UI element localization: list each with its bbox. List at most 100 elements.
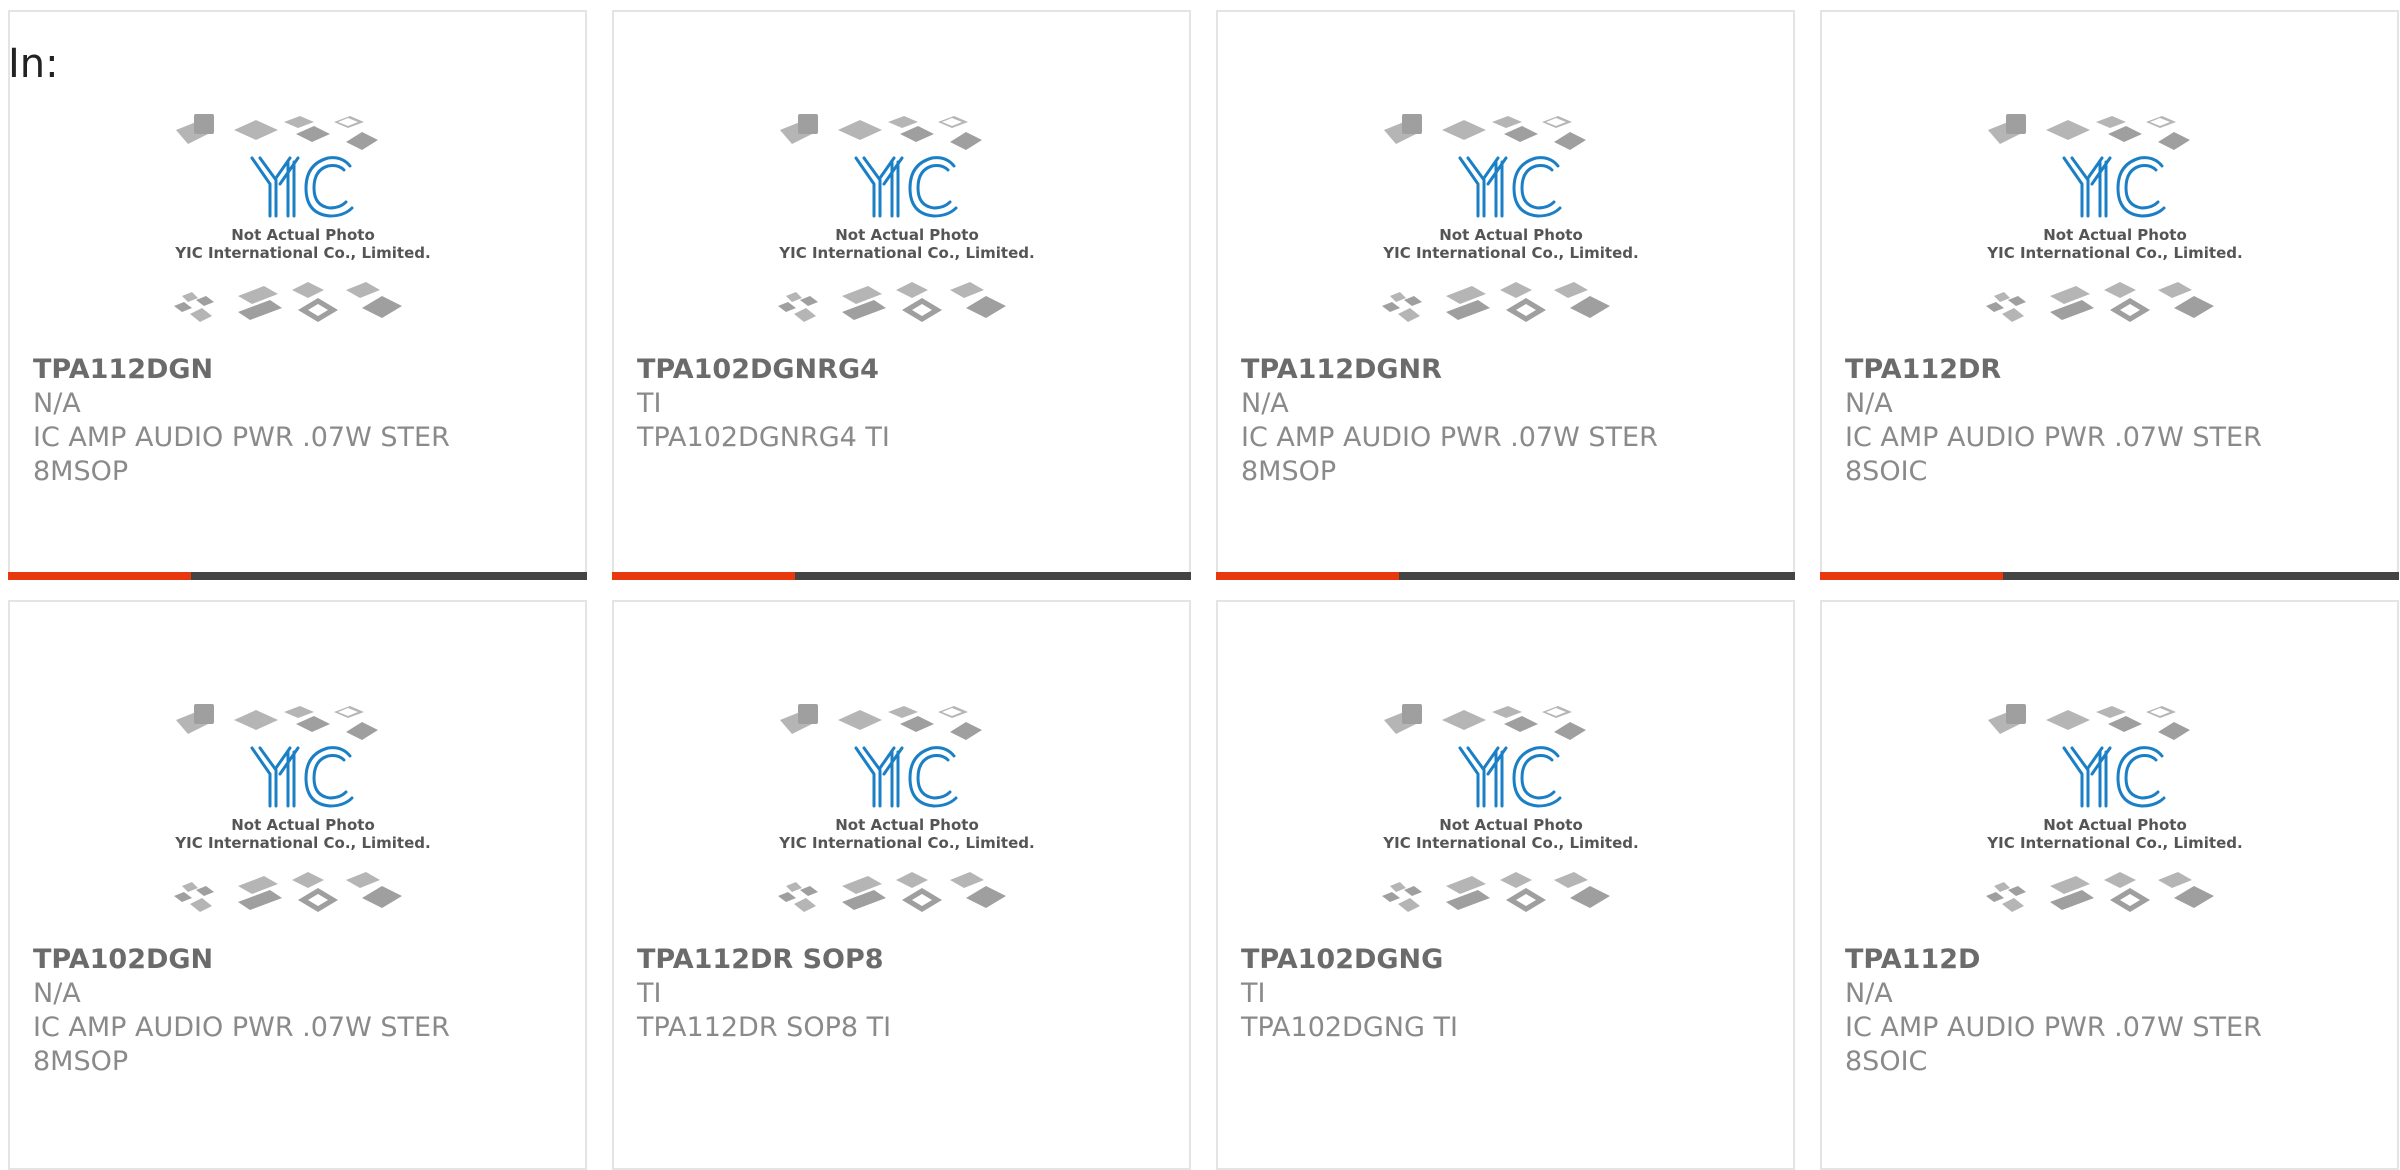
chip-icon [1570,296,1610,318]
chip-icon [182,292,198,302]
yic-logo [1458,746,1562,808]
chip-icon [794,898,816,912]
chip-icon [1446,890,1490,910]
product-placeholder-image: Not Actual PhotoYIC International Co., L… [778,114,1035,322]
chip-icon [800,886,818,896]
chip-icon [238,300,282,320]
chip-icon [950,132,982,150]
chip-icon [794,308,816,322]
chip-icon [1446,300,1490,320]
description: IC AMP AUDIO PWR .07W STER 8MSOP [33,1012,450,1077]
chip-icon [2050,300,2094,320]
part-number[interactable]: TPA102DGN [33,943,565,977]
manufacturer: N/A [33,388,81,419]
manufacturer: N/A [1845,978,1893,1009]
chip-icon [2050,286,2090,304]
chip-icon [1570,886,1610,908]
chip-icon [1442,120,1486,140]
chip-icon [2158,132,2190,150]
placeholder-caption-1: Not Actual Photo [835,226,979,244]
chip-icon [2008,886,2026,896]
chip-icon [842,286,882,304]
yic-logo [250,746,354,808]
product-card[interactable]: Not Actual Photo YIC International Co., L… [612,600,1191,1170]
card-bottom-bar [8,572,587,580]
logo-stroke [862,746,882,808]
chip-icon [284,706,314,718]
chip-icon [2174,296,2214,318]
chip-icon [1398,898,1420,912]
product-card[interactable]: Not Actual Photo YIC International Co., L… [1820,600,2399,1170]
chip-icon [1994,882,2010,892]
chip-icon [1404,296,1422,306]
card-accent-bar [8,572,191,580]
product-card[interactable]: Not Actual Photo YIC International Co., L… [1216,10,1795,580]
chip-icon [1554,722,1586,740]
chip-icon [2050,876,2090,894]
chip-icon [2158,722,2190,740]
chip-icon [1504,126,1538,142]
chip-icon [1492,706,1522,718]
part-number[interactable]: TPA112DR [1845,353,2377,387]
logo-stroke [2124,754,2160,800]
manufacturer: N/A [1241,388,1289,419]
chip-icon [888,116,918,128]
chip-icon [900,716,934,732]
chip-icons-top [1988,114,2190,150]
chip-icon [966,296,1006,318]
chip-icons-top [176,114,378,150]
chip-icon [1986,302,2004,312]
description: TPA102DGNRG4 TI [637,422,890,453]
chip-icon [1500,282,1532,298]
chip-icons-top [1384,704,1586,740]
chip-icon [798,704,818,724]
chip-icon [950,872,984,888]
chip-icon [778,302,796,312]
yic-logo [1458,156,1562,218]
part-number[interactable]: TPA112DGN [33,353,565,387]
placeholder-caption-2: YIC International Co., Limited. [174,834,430,852]
product-card[interactable]: Not Actual Photo YIC International Co., L… [8,10,587,580]
manufacturer: TI [1241,978,1266,1009]
chip-icon [296,716,330,732]
product-placeholder-image: Not Actual PhotoYIC International Co., L… [174,704,431,912]
chip-icon [190,308,212,322]
chip-icon [2158,282,2192,298]
placeholder-caption-1: Not Actual Photo [835,816,979,834]
chip-icon [842,876,882,894]
yic-logo [2062,156,2166,218]
logo-stroke [2070,156,2090,218]
chip-icon [1446,876,1486,894]
chip-icon [950,282,984,298]
description: TPA112DR SOP8 TI [637,1012,892,1043]
placeholder-caption-1: Not Actual Photo [2043,226,2187,244]
chip-icon [2096,706,2126,718]
chip-icon [2046,120,2090,140]
product-card[interactable]: Not Actual Photo YIC International Co., L… [612,10,1191,580]
product-card[interactable]: Not Actual Photo YIC International Co., L… [8,600,587,1170]
description: TPA102DGNG TI [1241,1012,1458,1043]
chip-icons-bottom [1986,282,2214,322]
chip-icon [2050,890,2094,910]
part-number[interactable]: TPA112DGNR [1241,353,1773,387]
chip-icon [1986,892,2004,902]
yic-logo [854,746,958,808]
description: IC AMP AUDIO PWR .07W STER 8MSOP [1241,422,1658,487]
product-card[interactable]: Not Actual Photo YIC International Co., L… [1820,10,2399,580]
chip-icon [1402,704,1422,724]
part-number[interactable]: TPA112DR SOP8 [637,943,1169,977]
product-placeholder-image: Not Actual PhotoYIC International Co., L… [1382,704,1639,912]
part-number[interactable]: TPA102DGNG [1241,943,1773,977]
chip-icon [190,898,212,912]
chip-icon [346,132,378,150]
logo-stroke [1520,754,1556,800]
chip-icon [2002,308,2024,322]
product-card[interactable]: Not Actual Photo YIC International Co., L… [1216,600,1795,1170]
chip-icon [950,722,982,740]
part-number[interactable]: TPA102DGNRG4 [637,353,1169,387]
part-number[interactable]: TPA112D [1845,943,2377,977]
yic-logo [250,156,354,218]
chip-icon [238,890,282,910]
filter-label: In: [8,41,59,87]
chip-icon [1382,892,1400,902]
